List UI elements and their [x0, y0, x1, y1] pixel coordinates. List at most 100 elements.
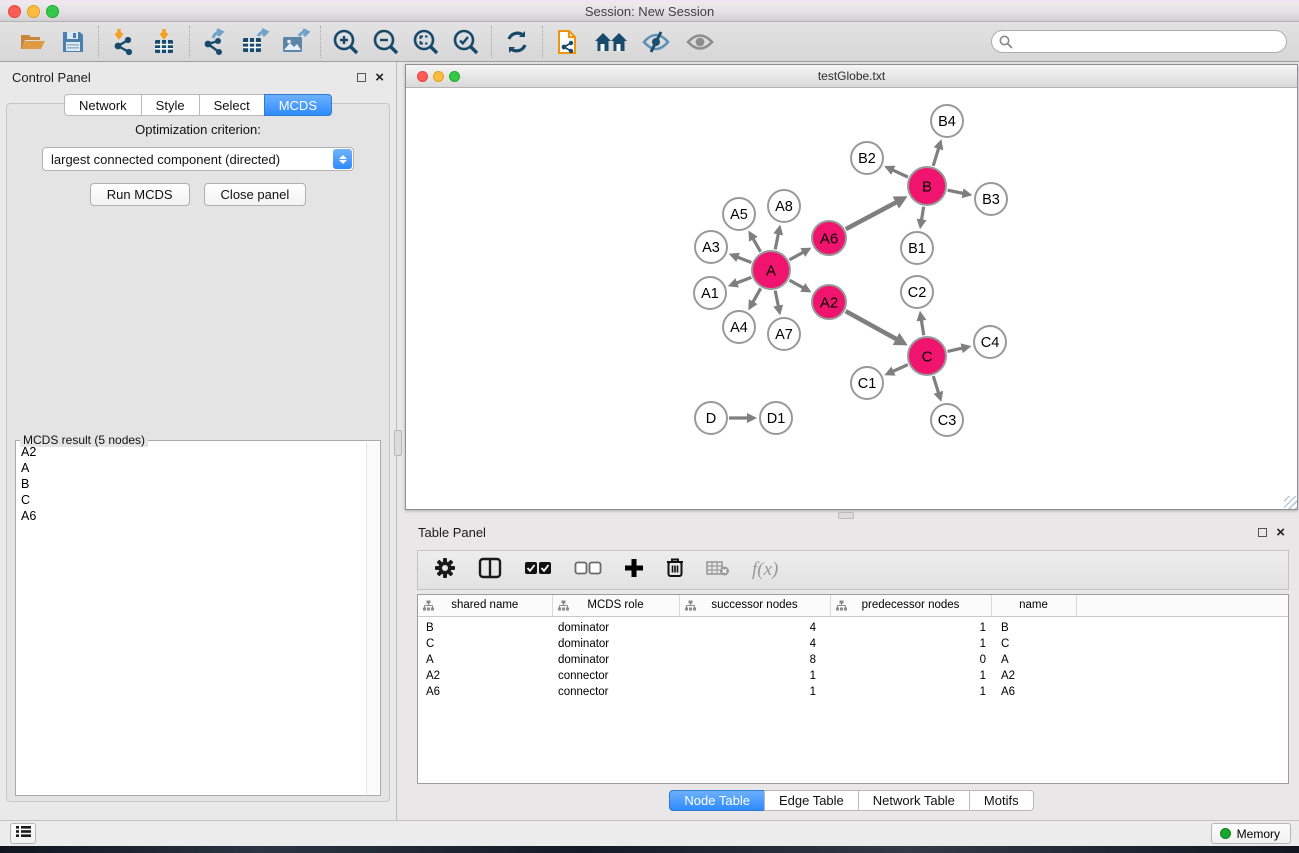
- graph-node-C2[interactable]: C2: [901, 276, 933, 308]
- hide-selected-button[interactable]: [639, 27, 673, 57]
- table-cell[interactable]: A6: [991, 684, 1076, 700]
- network-zoom-button[interactable]: [449, 71, 460, 82]
- table-row[interactable]: A6connector11A6: [418, 684, 1288, 700]
- search-input[interactable]: [991, 30, 1287, 53]
- close-panel-button[interactable]: Close panel: [204, 183, 307, 206]
- table-cell[interactable]: B: [991, 616, 1076, 636]
- graph-node-A5[interactable]: A5: [723, 198, 755, 230]
- table-cell[interactable]: 1: [830, 668, 991, 684]
- table-cell[interactable]: dominator: [552, 616, 679, 636]
- graph-node-A7[interactable]: A7: [768, 318, 800, 350]
- graph-node-A[interactable]: A: [752, 251, 790, 289]
- new-network-from-selection-button[interactable]: [553, 27, 583, 57]
- table-cell[interactable]: dominator: [552, 652, 679, 668]
- table-cell[interactable]: connector: [552, 684, 679, 700]
- table-row[interactable]: Adominator80A: [418, 652, 1288, 668]
- table-row[interactable]: A2connector11A2: [418, 668, 1288, 684]
- export-network-button[interactable]: [200, 27, 230, 57]
- network-canvas[interactable]: B4B2BB3A8A5A6A3B1AA1C2A2A4A7C4CC1C3DD1: [406, 88, 1297, 509]
- table-cell[interactable]: C: [991, 636, 1076, 652]
- select-all-columns-button[interactable]: [524, 561, 552, 580]
- network-close-button[interactable]: [417, 71, 428, 82]
- tab-edge-table[interactable]: Edge Table: [764, 790, 859, 811]
- import-table-button[interactable]: [149, 27, 179, 57]
- graph-node-A1[interactable]: A1: [694, 277, 726, 309]
- zoom-in-button[interactable]: [331, 27, 361, 57]
- table-cell[interactable]: 4: [679, 616, 830, 636]
- function-builder-button[interactable]: f(x): [752, 559, 778, 581]
- criterion-dropdown[interactable]: largest connected component (directed): [42, 147, 354, 171]
- export-image-button[interactable]: [280, 27, 310, 57]
- tab-style[interactable]: Style: [141, 94, 200, 116]
- graph-node-B1[interactable]: B1: [901, 232, 933, 264]
- graph-node-D[interactable]: D: [695, 402, 727, 434]
- graph-node-A8[interactable]: A8: [768, 190, 800, 222]
- table-cell[interactable]: 1: [679, 668, 830, 684]
- home-button[interactable]: [593, 27, 629, 57]
- delete-column-button[interactable]: [666, 557, 684, 583]
- add-column-button[interactable]: [624, 558, 644, 583]
- graph-node-B3[interactable]: B3: [975, 183, 1007, 215]
- close-panel-icon[interactable]: ×: [375, 73, 384, 82]
- import-network-button[interactable]: [109, 27, 139, 57]
- graph-node-A4[interactable]: A4: [723, 311, 755, 343]
- float-table-panel-icon[interactable]: [1258, 528, 1267, 537]
- network-window-titlebar[interactable]: testGlobe.txt: [406, 65, 1297, 88]
- table-cell[interactable]: A2: [991, 668, 1076, 684]
- table-cell[interactable]: 1: [679, 684, 830, 700]
- export-table-button[interactable]: [240, 27, 270, 57]
- graph-node-A2[interactable]: A2: [812, 285, 846, 319]
- close-table-panel-icon[interactable]: ×: [1276, 528, 1285, 537]
- network-minimize-button[interactable]: [433, 71, 444, 82]
- memory-button[interactable]: Memory: [1211, 823, 1291, 844]
- float-panel-icon[interactable]: [357, 73, 366, 82]
- result-list-item[interactable]: A: [19, 460, 365, 476]
- table-row[interactable]: Bdominator41B: [418, 616, 1288, 636]
- show-all-button[interactable]: [683, 27, 717, 57]
- tab-network[interactable]: Network: [64, 94, 142, 116]
- graph-node-C3[interactable]: C3: [931, 404, 963, 436]
- graph-node-C1[interactable]: C1: [851, 367, 883, 399]
- table-cell[interactable]: 1: [830, 684, 991, 700]
- zoom-out-button[interactable]: [371, 27, 401, 57]
- table-cell[interactable]: 0: [830, 652, 991, 668]
- column-header-name[interactable]: name: [991, 595, 1076, 616]
- table-cell[interactable]: 1: [830, 636, 991, 652]
- table-cell[interactable]: A2: [418, 668, 552, 684]
- tab-mcds[interactable]: MCDS: [264, 94, 332, 116]
- open-session-button[interactable]: [18, 27, 48, 57]
- table-cell[interactable]: dominator: [552, 636, 679, 652]
- zoom-selected-button[interactable]: [451, 27, 481, 57]
- tab-motifs[interactable]: Motifs: [969, 790, 1034, 811]
- zoom-fit-button[interactable]: [411, 27, 441, 57]
- table-cell[interactable]: B: [418, 616, 552, 636]
- column-header-mcds-role[interactable]: MCDS role: [552, 595, 679, 616]
- show-panels-button[interactable]: [10, 823, 36, 844]
- result-list-item[interactable]: A2: [19, 444, 365, 460]
- tab-node-table[interactable]: Node Table: [669, 790, 765, 811]
- table-cell[interactable]: 4: [679, 636, 830, 652]
- refresh-view-button[interactable]: [502, 27, 532, 57]
- graph-node-A3[interactable]: A3: [695, 231, 727, 263]
- table-cell[interactable]: A: [418, 652, 552, 668]
- graph-node-C[interactable]: C: [908, 337, 946, 375]
- column-header-successor-nodes[interactable]: successor nodes: [679, 595, 830, 616]
- result-list-item[interactable]: C: [19, 492, 365, 508]
- tab-network-table[interactable]: Network Table: [858, 790, 970, 811]
- graph-node-D1[interactable]: D1: [760, 402, 792, 434]
- table-settings-button[interactable]: [434, 557, 456, 584]
- result-scrollbar[interactable]: [366, 442, 379, 794]
- table-cell[interactable]: connector: [552, 668, 679, 684]
- result-list-item[interactable]: B: [19, 476, 365, 492]
- table-cell[interactable]: C: [418, 636, 552, 652]
- column-header-shared-name[interactable]: shared name: [418, 595, 552, 616]
- column-header-predecessor-nodes[interactable]: predecessor nodes: [830, 595, 991, 616]
- tab-select[interactable]: Select: [199, 94, 265, 116]
- result-list-item[interactable]: A6: [19, 508, 365, 524]
- vertical-splitter-handle[interactable]: [394, 430, 402, 456]
- graph-node-C4[interactable]: C4: [974, 326, 1006, 358]
- graph-node-A6[interactable]: A6: [812, 221, 846, 255]
- table-cell[interactable]: 8: [679, 652, 830, 668]
- table-cell[interactable]: 1: [830, 616, 991, 636]
- table-cell[interactable]: A: [991, 652, 1076, 668]
